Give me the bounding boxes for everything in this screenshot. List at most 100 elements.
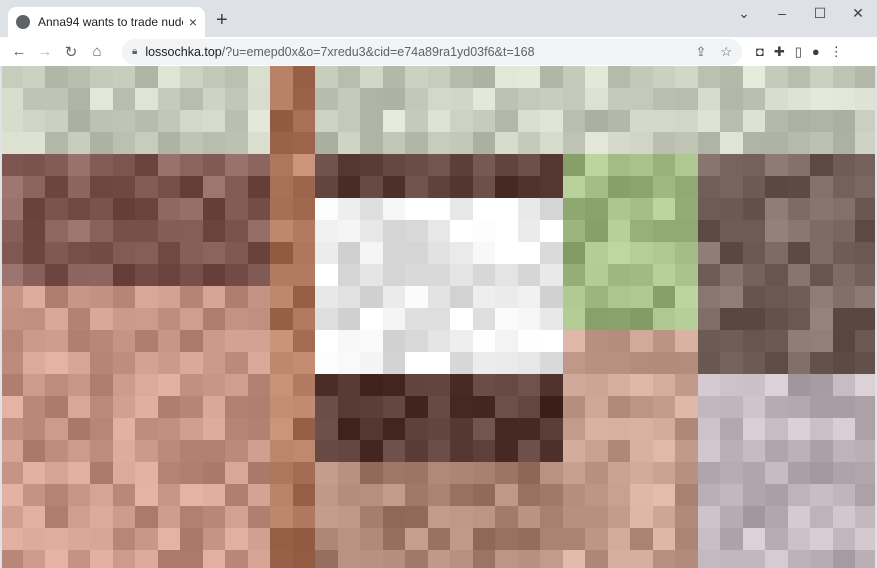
mosaic-cell [540,132,563,155]
mosaic-cell [405,88,428,111]
mosaic-cell [832,176,856,199]
mosaic-cell [832,66,856,89]
mosaic-cell [247,330,271,353]
mosaic-cell [157,88,181,111]
mosaic-cell [90,110,113,133]
mosaic-cell [0,286,23,309]
reload-button[interactable]: ↻ [58,43,84,61]
mosaic-cell [517,110,541,133]
mosaic-cell [225,462,248,485]
mosaic-cell [337,550,361,568]
bookmark-star-icon[interactable]: ☆ [720,44,732,60]
mosaic-cell [292,550,316,568]
mosaic-cell [742,528,766,551]
back-button[interactable]: ← [6,43,32,60]
mosaic-cell [45,154,68,177]
mosaic-cell [67,528,91,551]
mosaic-cell [540,352,563,375]
mosaic-cell [765,286,788,309]
mosaic-cell [495,154,518,177]
mosaic-cell [495,506,518,529]
mosaic-cell [855,110,877,133]
minimize-button[interactable]: – [763,5,801,22]
mosaic-cell [360,506,383,529]
menu-icon[interactable]: ⋮ [830,44,843,60]
maximize-button[interactable]: ☐ [801,5,839,22]
mosaic-cell [607,374,631,397]
mosaic-cell [855,330,877,353]
mosaic-cell [540,264,563,287]
new-tab-button[interactable]: + [216,9,228,32]
profile-avatar-icon[interactable]: ● [812,44,820,60]
mosaic-cell [765,396,788,419]
mosaic-cell [270,132,293,155]
mosaic-cell [630,110,653,133]
mosaic-cell [855,198,877,221]
mosaic-cell [45,352,68,375]
mosaic-cell [135,220,158,243]
puzzle-icon[interactable]: ✚ [774,44,785,60]
mosaic-cell [360,88,383,111]
mosaic-cell [202,550,226,568]
mosaic-cell [517,330,541,353]
extension-icon[interactable]: ◘ [756,44,764,60]
mosaic-cell [405,66,428,89]
mosaic-cell [360,330,383,353]
mosaic-cell [810,286,833,309]
tab-search-button[interactable]: ⌄ [725,5,763,22]
mosaic-cell [202,418,226,441]
mosaic-cell [292,198,316,221]
share-icon[interactable]: ⇪ [695,44,706,60]
mosaic-cell [67,242,91,265]
mosaic-cell [0,264,23,287]
mosaic-cell [652,220,676,243]
mosaic-cell [135,330,158,353]
mosaic-cell [450,374,473,397]
mosaic-cell [427,374,451,397]
mosaic-cell [810,396,833,419]
active-tab[interactable]: Anna94 wants to trade nude pics × [8,7,205,37]
close-window-button[interactable]: ✕ [839,5,877,22]
mosaic-cell [810,418,833,441]
tab-close-button[interactable]: × [189,14,197,30]
mosaic-cell [315,308,338,331]
mosaic-cell [382,220,406,243]
address-bar[interactable]: 🔒︎ lossochka.top/?u=emepd0x&o=7xredu3&ci… [122,38,742,65]
mosaic-cell [540,242,563,265]
mosaic-cell [202,132,226,155]
mosaic-cell [517,528,541,551]
mosaic-cell [0,418,23,441]
forward-button[interactable]: → [32,43,58,60]
mosaic-cell [585,330,608,353]
side-panel-icon[interactable]: ▯ [795,44,802,60]
mosaic-cell [472,484,496,507]
mosaic-cell [810,352,833,375]
mosaic-cell [247,176,271,199]
mosaic-cell [540,198,563,221]
mosaic-cell [382,286,406,309]
mosaic-cell [427,88,451,111]
mosaic-cell [765,308,788,331]
mosaic-cell [157,550,181,568]
mosaic-cell [787,308,811,331]
home-button[interactable]: ⌂ [84,43,110,60]
mosaic-cell [0,198,23,221]
mosaic-cell [22,132,46,155]
mosaic-cell [225,198,248,221]
mosaic-cell [630,418,653,441]
mosaic-cell [742,374,766,397]
mosaic-cell [495,396,518,419]
mosaic-cell [157,110,181,133]
mosaic-cell [630,550,653,568]
mosaic-cell [742,198,766,221]
mosaic-cell [652,286,676,309]
mosaic-cell [382,462,406,485]
mosaic-cell [855,484,877,507]
window-controls: ⌄ – ☐ ✕ [725,5,877,22]
mosaic-cell [45,198,68,221]
lock-icon[interactable]: 🔒︎ [132,46,137,57]
mosaic-cell [585,440,608,463]
mosaic-cell [90,308,113,331]
mosaic-cell [675,242,698,265]
mosaic-cell [112,440,136,463]
